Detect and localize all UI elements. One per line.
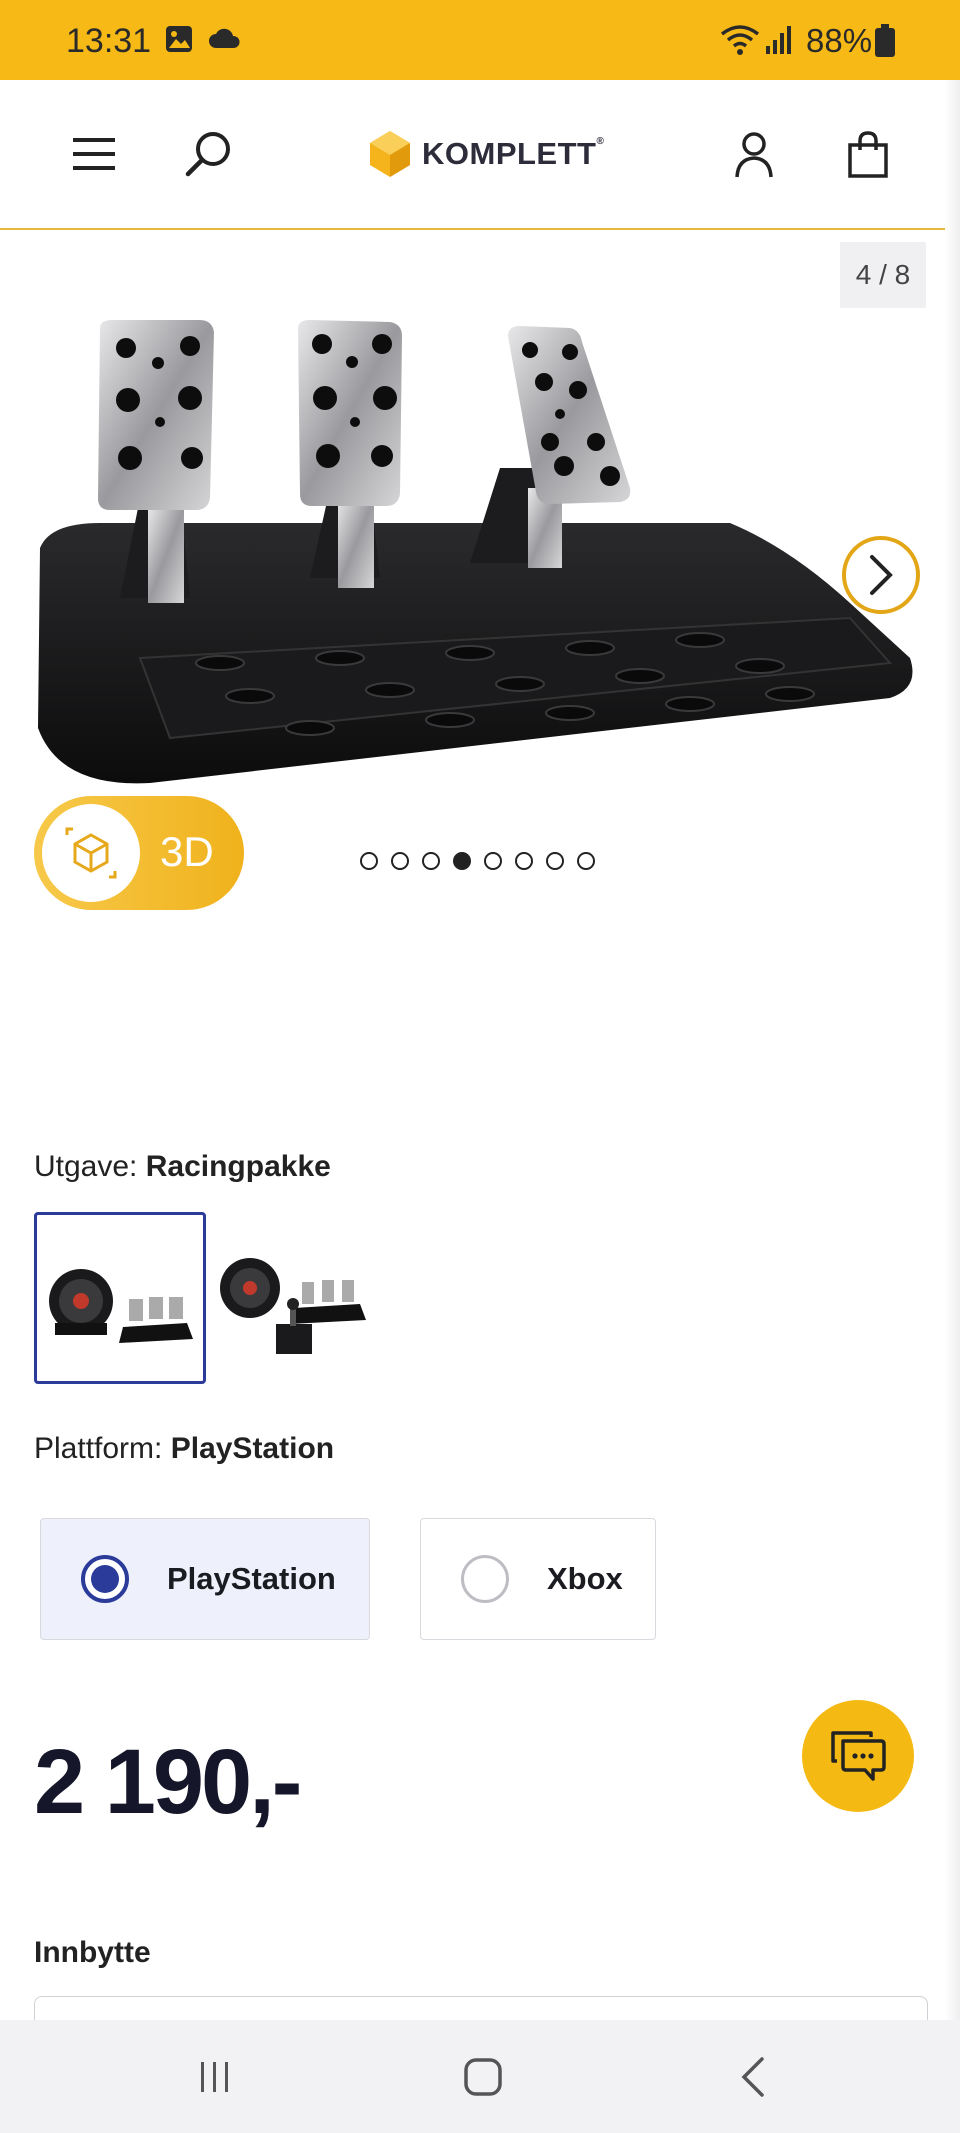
site-logo[interactable]: KOMPLETT® [368,124,604,184]
gallery-dot[interactable] [515,852,533,870]
gallery-dot[interactable] [391,852,409,870]
chat-icon [831,1731,886,1781]
chevron-right-icon [870,555,893,595]
logo-text: KOMPLETT [422,136,597,171]
product-image-pedals[interactable] [30,318,930,828]
home-icon [464,2058,502,2096]
wheel-pedals-shifter-thumbnail [220,1258,366,1354]
gallery-next-button[interactable] [842,536,920,614]
view-3d-button[interactable]: 3D [34,796,244,910]
edition-option-racing-pack-shifter[interactable] [210,1212,382,1384]
komplett-logo-icon [370,131,410,177]
platform-prefix: Plattform: [34,1432,163,1465]
view-3d-label: 3D [160,828,214,875]
gallery-dot[interactable] [577,852,595,870]
status-time: 13:31 [66,22,152,60]
radio-selected[interactable] [81,1555,129,1603]
menu-icon [73,138,115,170]
home-button[interactable] [448,2050,518,2104]
search-icon [185,132,230,177]
edition-option-racing-pack[interactable] [34,1212,206,1384]
platform-option-playstation[interactable]: PlayStation [40,1518,370,1640]
battery-level: 88% [806,22,873,59]
back-button[interactable] [718,2050,788,2104]
page-scroll-edge [945,80,960,2020]
platform-option-label: PlayStation [167,1561,336,1596]
cart-icon [848,131,888,178]
platform-option-xbox[interactable]: Xbox [420,1518,656,1640]
account-button[interactable] [724,124,784,186]
platform-option-label: Xbox [547,1561,623,1596]
gallery-dot-active[interactable] [453,852,471,870]
edition-prefix: Utgave: [34,1150,138,1183]
radio-unselected[interactable] [461,1555,509,1603]
edition-value: Racingpakke [145,1150,331,1183]
gallery-pagination [360,852,595,870]
cube-3d-icon [65,827,117,879]
battery-icon [875,24,895,57]
gallery-dot[interactable] [422,852,440,870]
cloud-icon [209,28,240,48]
gallery-dot[interactable] [484,852,502,870]
signal-icon [766,26,791,54]
recent-apps-icon [201,2062,228,2092]
gallery-dot[interactable] [360,852,378,870]
trade-in-label: Innbytte [34,1936,151,1969]
platform-value: PlayStation [170,1432,335,1465]
chat-button[interactable] [802,1700,914,1812]
product-price: 2 190,- [34,1731,302,1833]
platform-label: Plattform: PlayStation [34,1432,334,1466]
edition-label: Utgave: Racingpakke [34,1150,331,1184]
cart-button[interactable] [838,124,898,186]
recent-apps-button[interactable] [180,2050,250,2104]
logo-registered-mark: ® [596,136,605,147]
cube-icon-wrap [42,804,140,902]
wheel-and-pedals-thumbnail [49,1269,193,1343]
back-chevron-icon [741,2057,764,2097]
gallery-dot[interactable] [546,852,564,870]
image-counter: 4 / 8 [840,242,926,308]
user-icon [735,132,773,178]
image-icon [166,26,192,52]
wifi-icon [720,25,760,55]
menu-button[interactable] [64,124,124,184]
search-button[interactable] [178,124,238,184]
